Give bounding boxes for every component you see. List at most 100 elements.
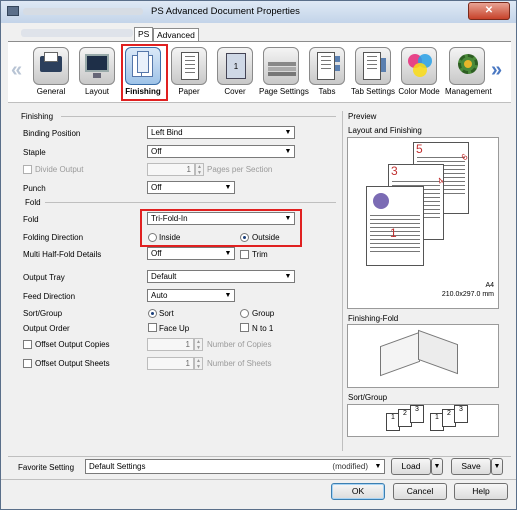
chevron-down-icon: ▼ — [224, 250, 232, 257]
output-tray-label: Output Tray — [23, 273, 65, 282]
function-page-settings[interactable]: Page Settings — [259, 47, 309, 99]
offset-sheets-checkbox[interactable] — [23, 359, 32, 368]
paper-size-dimensions: 210.0x297.0 mm — [441, 291, 494, 298]
sort-group-preview-label: Sort/Group — [348, 393, 388, 402]
save-dropdown-icon[interactable]: ▼ — [491, 458, 503, 475]
scroll-left-icon[interactable]: « — [11, 59, 22, 82]
function-label: Color Mode — [398, 87, 440, 96]
function-layout[interactable]: Layout — [75, 47, 119, 99]
group-radio[interactable] — [240, 309, 249, 318]
fold-label: Fold — [23, 215, 39, 224]
punch-value: Off — [151, 183, 162, 192]
layout-finishing-label: Layout and Finishing — [348, 126, 422, 135]
face-up-label: Face Up — [159, 324, 190, 333]
fold-preview-box — [347, 324, 499, 388]
page-number-3: 3 — [391, 164, 398, 178]
function-label: Tab Settings — [351, 87, 396, 96]
sort-page-3: 3 — [410, 405, 424, 423]
sort-group-label: Sort/Group — [23, 309, 63, 318]
window-title: PS Advanced Document Properties — [151, 6, 300, 17]
section-preview: Preview — [348, 112, 377, 121]
offset-sheets-input[interactable]: 1 — [147, 357, 194, 370]
staple-label: Staple — [23, 148, 46, 157]
title-bar: PS Advanced Document Properties ✕ — [1, 1, 516, 23]
cancel-button[interactable]: Cancel — [393, 483, 447, 500]
function-management[interactable]: Management — [445, 47, 492, 99]
title-redacted — [23, 8, 143, 15]
printer-photo-icon — [33, 47, 69, 85]
punch-select[interactable]: Off ▼ — [147, 181, 235, 194]
offset-copies-checkbox[interactable] — [23, 340, 32, 349]
save-button[interactable]: Save — [451, 458, 491, 475]
function-label: Cover — [224, 87, 246, 96]
trim-label: Trim — [252, 250, 268, 259]
staple-value: Off — [151, 147, 162, 156]
scroll-right-icon[interactable]: » — [491, 59, 502, 82]
gear-management-icon — [449, 47, 485, 85]
chevron-down-icon: ▼ — [374, 463, 382, 470]
finishing-highlight-frame — [121, 44, 168, 101]
favorite-setting-label: Favorite Setting — [18, 463, 75, 472]
load-dropdown-icon[interactable]: ▼ — [431, 458, 443, 475]
punch-label: Punch — [23, 184, 46, 193]
chevron-down-icon: ▼ — [284, 148, 292, 155]
function-paper[interactable]: Paper — [167, 47, 211, 99]
output-tray-select[interactable]: Default ▼ — [147, 270, 295, 283]
close-button[interactable]: ✕ — [468, 2, 510, 20]
load-button[interactable]: Load — [391, 458, 431, 475]
function-label: Tabs — [318, 87, 336, 96]
output-order-label: Output Order — [23, 324, 70, 333]
offset-copies-unit: Number of Copies — [207, 340, 272, 349]
trim-checkbox[interactable] — [240, 250, 249, 259]
spinner-arrows-icon[interactable]: ▲ ▼ — [194, 338, 203, 351]
favorite-setting-value: Default Settings — [89, 462, 146, 471]
binding-position-value: Left Bind — [151, 128, 183, 137]
function-color-mode[interactable]: Color Mode — [397, 47, 441, 99]
staple-select[interactable]: Off ▼ — [147, 145, 295, 158]
favorite-setting-select[interactable]: Default Settings (modified) ▼ — [85, 459, 385, 474]
function-label: Management — [445, 87, 492, 96]
finishing-fold-label: Finishing-Fold — [348, 314, 399, 323]
offset-copies-input[interactable]: 1 — [147, 338, 194, 351]
offset-sheets-label: Offset Output Sheets — [35, 359, 110, 368]
chevron-down-icon: ▼ — [284, 129, 292, 136]
divide-output-checkbox[interactable] — [23, 165, 32, 174]
face-up-checkbox[interactable] — [148, 323, 157, 332]
layout-preview-box: 5 6 3 4 1 A4 210.0x297.0 mm — [347, 137, 499, 309]
offset-sheets-unit: Number of Sheets — [207, 359, 272, 368]
binding-position-label: Binding Position — [23, 129, 81, 138]
favorite-modified-status: (modified) — [332, 462, 368, 471]
binding-position-select[interactable]: Left Bind ▼ — [147, 126, 295, 139]
feed-direction-select[interactable]: Auto ▼ — [147, 289, 235, 302]
function-general[interactable]: General — [29, 47, 73, 99]
spinner-arrows-icon[interactable]: ▲ ▼ — [195, 163, 204, 176]
spinner-arrows-icon[interactable]: ▲ ▼ — [194, 357, 203, 370]
cover-icon: 1 — [217, 47, 253, 85]
function-cover[interactable]: 1 Cover — [213, 47, 257, 99]
fold-panel-icon — [380, 331, 420, 377]
tab-redacted — [21, 29, 133, 37]
multi-half-fold-label: Multi Half-Fold Details — [23, 250, 102, 259]
layout-monitor-icon — [79, 47, 115, 85]
function-tab-settings[interactable]: Tab Settings — [351, 47, 395, 99]
dialog-window: PS Advanced Document Properties ✕ PS Adv… — [0, 0, 517, 510]
offset-copies-label: Offset Output Copies — [35, 340, 110, 349]
sort-label: Sort — [159, 309, 174, 318]
n-to-1-label: N to 1 — [252, 324, 274, 333]
sort-page-3: 3 — [454, 405, 468, 423]
ok-button[interactable]: OK — [331, 483, 385, 500]
color-circles-icon — [401, 47, 437, 85]
function-label: General — [36, 87, 66, 96]
page-number-1: 1 — [390, 226, 397, 240]
sort-radio[interactable] — [148, 309, 157, 318]
chevron-down-icon: ▼ — [224, 292, 232, 299]
tab-advanced[interactable]: Advanced — [153, 28, 199, 42]
tab-ps[interactable]: PS — [134, 27, 154, 42]
n-to-1-checkbox[interactable] — [240, 323, 249, 332]
multi-half-fold-select[interactable]: Off ▼ — [147, 247, 235, 260]
help-button[interactable]: Help — [454, 483, 508, 500]
function-label: Layout — [84, 87, 110, 96]
divide-output-input[interactable]: 1 — [147, 163, 195, 176]
function-tabs[interactable]: Tabs — [305, 47, 349, 99]
tab-settings-icon — [355, 47, 391, 85]
